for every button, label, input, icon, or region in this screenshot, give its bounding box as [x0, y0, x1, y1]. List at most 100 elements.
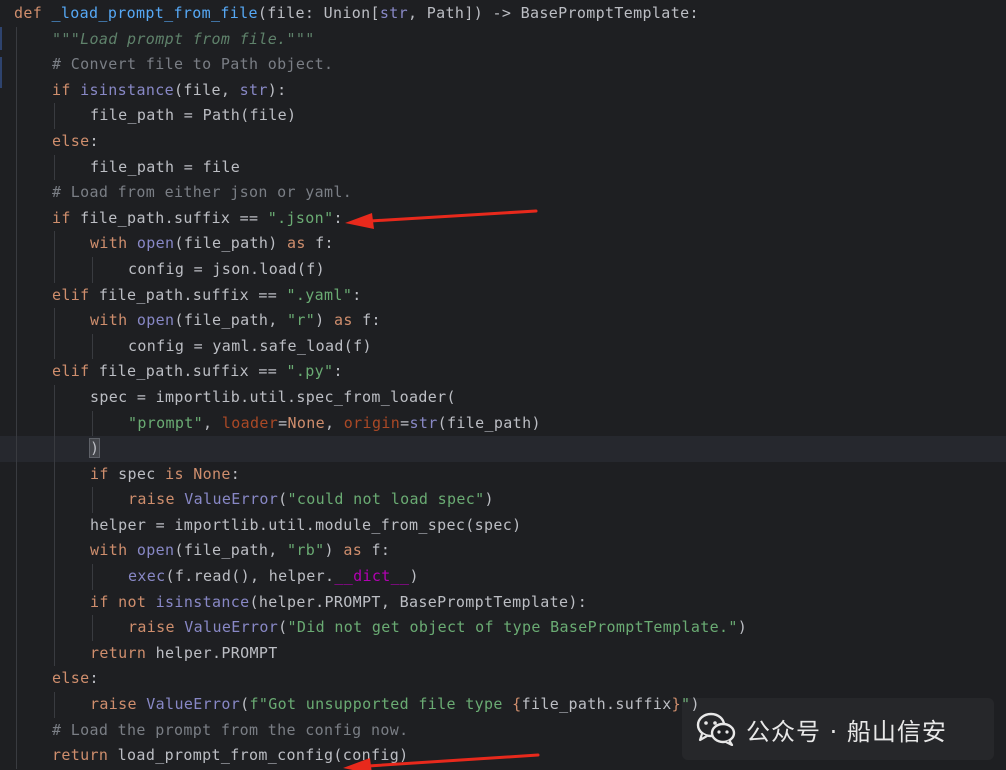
- code-line-content: with open(file_path, "rb") as f:: [90, 538, 390, 564]
- code-token: ): [88, 438, 101, 459]
- code-token: # Load the prompt from the config now.: [52, 720, 409, 739]
- code-token: f:: [315, 234, 334, 253]
- code-token: raise: [128, 490, 185, 509]
- code-token: f:: [371, 541, 391, 560]
- code-token: (f.read(), helper.: [165, 567, 335, 586]
- code-line[interactable]: file_path = file: [0, 154, 1006, 181]
- code-line-content: config = yaml.safe_load(f): [128, 334, 372, 360]
- indent-guide: [54, 512, 55, 539]
- code-line-content: # Load the prompt from the config now.: [52, 718, 408, 744]
- code-line[interactable]: if not isinstance(helper.PROMPT, BasePro…: [0, 589, 1006, 616]
- code-token: file_path = file: [90, 157, 241, 176]
- code-line[interactable]: "prompt", loader=None, origin=str(file_p…: [0, 410, 1006, 437]
- code-line[interactable]: # Load from either json or yaml.: [0, 180, 1006, 206]
- indent-guide: [54, 461, 55, 488]
- code-token: raise: [128, 618, 185, 637]
- code-line[interactable]: if isinstance(file, str):: [0, 77, 1006, 104]
- code-line-content: # Convert file to Path object.: [52, 52, 333, 78]
- code-line[interactable]: else:: [0, 666, 1006, 693]
- indent-guide: [16, 282, 17, 309]
- code-line[interactable]: else:: [0, 128, 1006, 155]
- code-line[interactable]: file_path = Path(file): [0, 103, 1006, 129]
- indent-guide: [54, 589, 55, 616]
- code-token: f"Got unsupported file type: [249, 695, 513, 714]
- code-line[interactable]: return helper.PROMPT: [0, 640, 1006, 667]
- code-line-content: elif file_path.suffix == ".yaml":: [52, 283, 362, 309]
- code-token: if: [52, 80, 81, 99]
- code-token: str: [379, 4, 409, 22]
- code-line[interactable]: # Convert file to Path object.: [0, 52, 1006, 78]
- code-editor[interactable]: def _load_prompt_from_file(file: Union[s…: [0, 0, 1006, 770]
- code-line[interactable]: raise ValueError("could not load spec"): [0, 487, 1006, 513]
- code-token: return: [52, 746, 118, 765]
- indent-guide: [16, 666, 17, 693]
- code-token: :: [89, 131, 99, 150]
- code-token: =: [278, 413, 288, 432]
- code-token: open: [136, 234, 175, 253]
- code-token: file_path.suffix: [521, 695, 672, 714]
- code-token: # Load from either json or yaml.: [52, 183, 353, 202]
- code-line-content: spec = importlib.util.spec_from_loader(: [90, 385, 456, 411]
- code-token: (helper.PROMPT, BasePromptTemplate):: [249, 592, 588, 611]
- code-line-content: ): [88, 436, 101, 462]
- code-token: with: [90, 234, 137, 253]
- code-line[interactable]: raise ValueError("Did not get object of …: [0, 615, 1006, 641]
- indent-guide: [16, 154, 17, 181]
- code-line[interactable]: ): [0, 436, 1006, 462]
- code-token: isinstance: [80, 80, 174, 99]
- code-line[interactable]: if spec is None:: [0, 461, 1006, 488]
- code-line-content: if file_path.suffix == ".json":: [52, 206, 343, 232]
- code-token: with: [90, 541, 137, 560]
- code-token: :: [89, 669, 99, 688]
- indent-guide: [16, 103, 17, 129]
- code-token: ): [409, 567, 419, 586]
- code-token: as: [287, 234, 316, 253]
- code-line[interactable]: spec = importlib.util.spec_from_loader(: [0, 384, 1006, 411]
- code-token: ".yaml": [286, 285, 353, 304]
- indent-guide: [54, 615, 55, 641]
- indent-guide: [16, 640, 17, 667]
- code-line[interactable]: def _load_prompt_from_file(file: Union[s…: [0, 1, 1006, 27]
- code-line[interactable]: config = yaml.safe_load(f): [0, 333, 1006, 360]
- code-token: else: [52, 669, 90, 688]
- gutter-change-marker: [0, 26, 2, 50]
- code-token: raise: [90, 695, 147, 714]
- code-token: as: [333, 311, 363, 330]
- indent-guide: [16, 205, 17, 232]
- code-token: ,: [325, 413, 344, 432]
- code-token: (file_path): [437, 413, 541, 432]
- code-token: :: [230, 464, 241, 483]
- code-line[interactable]: elif file_path.suffix == ".py":: [0, 359, 1006, 385]
- code-token: ".py": [286, 362, 334, 381]
- code-token: ValueError: [184, 618, 279, 637]
- code-token: __dict__: [334, 567, 410, 586]
- indent-guide: [16, 692, 17, 718]
- code-line[interactable]: with open(file_path, "r") as f:: [0, 308, 1006, 334]
- indent-guide: [54, 154, 55, 181]
- code-token: str: [239, 80, 268, 99]
- code-token: elif: [52, 285, 99, 304]
- code-line[interactable]: with open(file_path, "rb") as f:: [0, 538, 1006, 565]
- code-token: if: [90, 464, 119, 483]
- code-line[interactable]: elif file_path.suffix == ".yaml":: [0, 282, 1006, 309]
- code-line-content: raise ValueError("Did not get object of …: [128, 615, 747, 641]
- indent-guide: [92, 564, 93, 590]
- code-area[interactable]: def _load_prompt_from_file(file: Union[s…: [0, 1, 1006, 769]
- indent-guide: [16, 128, 17, 155]
- code-line[interactable]: exec(f.read(), helper.__dict__): [0, 564, 1006, 590]
- code-line[interactable]: helper = importlib.util.module_from_spec…: [0, 512, 1006, 539]
- indent-guide: [54, 256, 55, 283]
- code-line[interactable]: with open(file_path) as f:: [0, 231, 1006, 257]
- code-token: (: [240, 695, 250, 714]
- code-line-content: return load_prompt_from_config(config): [52, 743, 408, 769]
- code-line[interactable]: """Load prompt from file.""": [0, 26, 1006, 53]
- indent-guide: [16, 77, 17, 104]
- watermark: 公众号 · 船山信安: [682, 698, 994, 760]
- code-token: if not: [90, 592, 156, 611]
- code-line[interactable]: config = json.load(f): [0, 256, 1006, 283]
- code-token: file_path.suffix ==: [80, 208, 268, 227]
- code-token: }: [671, 695, 682, 714]
- code-token: isinstance: [155, 592, 250, 611]
- code-token: """Load prompt from file.""": [52, 29, 315, 48]
- code-line[interactable]: if file_path.suffix == ".json":: [0, 205, 1006, 232]
